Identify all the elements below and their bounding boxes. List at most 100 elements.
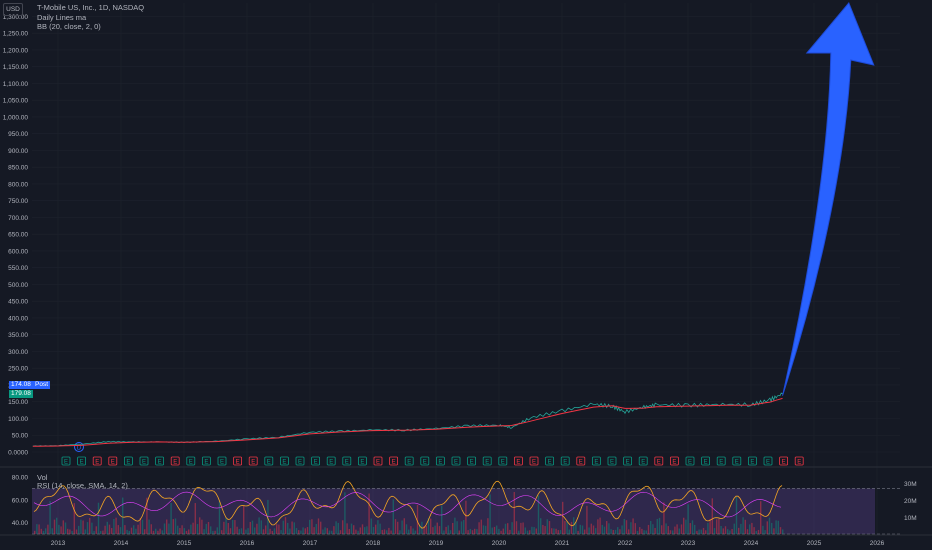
volume-bar [216,527,218,534]
volume-bar [749,524,751,534]
volume-bar [729,530,731,534]
volume-bar [355,529,357,534]
earnings-marker-letter: E [657,460,661,466]
volume-bar [108,524,111,534]
earnings-marker-letter: E [501,460,505,466]
volume-bar [445,526,447,534]
chart-svg: 0.000050.00100.00150.00200.00250.00300.0… [0,0,932,550]
volume-bar [698,529,700,534]
volume-bar [80,519,82,534]
volume-bar [467,530,469,534]
y-tick-label: 1,150.00 [3,64,29,71]
volume-bar [735,496,738,534]
volume-bar [106,521,108,534]
rsi-tick-label: 60.00 [12,497,29,504]
volume-bar [619,529,621,534]
volume-bar [115,517,117,534]
volume-bar [399,530,401,534]
volume-bar [474,528,476,534]
volume-bar [403,518,405,534]
volume-bar [271,530,273,534]
earnings-marker-letter: E [782,460,786,466]
volume-bar [320,521,322,534]
volume-bar [667,526,669,534]
volume-bar [36,524,38,534]
earnings-marker-letter: E [548,460,552,466]
volume-bar [350,523,353,534]
volume-bar [685,519,687,534]
volume-bar [300,530,302,534]
volume-bar [480,519,482,534]
volume-bar [500,530,502,534]
volume-bar [718,518,720,534]
volume-bar [93,530,95,534]
volume-bar [159,528,161,534]
volume-bar [40,528,42,534]
volume-bar [47,524,49,534]
volume-bar [238,529,240,534]
earnings-marker-letter: E [236,460,240,466]
earnings-marker-letter: E [766,460,770,466]
volume-bar [724,526,727,534]
y-tick-label: 150.00 [8,399,28,406]
indicator-bollinger[interactable]: BB (20, close, 2, 0) [37,22,101,31]
earnings-marker-letter: E [376,460,380,466]
volume-bar [436,522,438,534]
y-tick-label: 1,050.00 [3,98,29,105]
volume-bar [166,519,168,534]
volume-bar [410,526,412,534]
volume-bar [251,520,254,534]
volume-bar [326,528,328,534]
rsi-label[interactable]: RSI (14, close, SMA, 14, 2) [37,481,128,490]
ma-price-tag: 179.08 [9,390,33,398]
volume-bar [460,521,463,534]
volume-bar [201,519,203,534]
volume-bar [469,528,471,534]
rsi-band [32,488,875,534]
volume-bar [773,528,775,534]
volume-bar [199,517,201,534]
volume-bar [375,524,377,534]
earnings-marker-letter: E [329,460,333,466]
earnings-marker-letter: E [610,460,614,466]
y-tick-label: 50.00 [12,433,29,440]
volume-bar [100,530,102,534]
volume-bar [496,525,498,534]
volume-bar [324,527,326,534]
volume-bar [124,525,126,534]
volume-bar [768,517,771,534]
y-tick-label: 0.0000 [8,450,28,457]
volume-bar [218,501,221,534]
volume-bar [397,521,399,534]
volume-bar [623,519,625,534]
currency-badge[interactable]: USD [3,3,23,16]
volume-bar [522,522,524,534]
volume-bar [669,530,672,534]
earnings-marker-letter: E [470,460,474,466]
y-tick-label: 350.00 [8,332,28,339]
volume-bar [665,523,667,534]
volume-bar [757,529,760,534]
y-tick-label: 1,200.00 [3,47,29,54]
volume-bar [599,517,601,534]
volume-bar [603,526,606,534]
volume-bar [392,499,394,534]
volume-bar [476,529,478,534]
volume-bar [771,522,773,534]
volume-bar [346,523,348,534]
volume-bar [284,517,287,534]
volume-bar [370,518,372,534]
indicator-daily-lines[interactable]: Daily Lines ma [37,13,86,22]
volume-bar [498,528,500,534]
volume-bar [487,518,489,534]
volume-bar [64,522,67,534]
volume-bar [168,523,170,534]
volume-bar [139,518,141,534]
volume-bar [694,524,696,534]
volume-bar [245,529,247,534]
volume-bar [183,528,185,534]
volume-bar [122,497,124,534]
earnings-marker-letter: E [173,460,177,466]
chart-title[interactable]: T-Mobile US, Inc., 1D, NASDAQ [37,3,144,12]
volume-bar [764,530,766,534]
